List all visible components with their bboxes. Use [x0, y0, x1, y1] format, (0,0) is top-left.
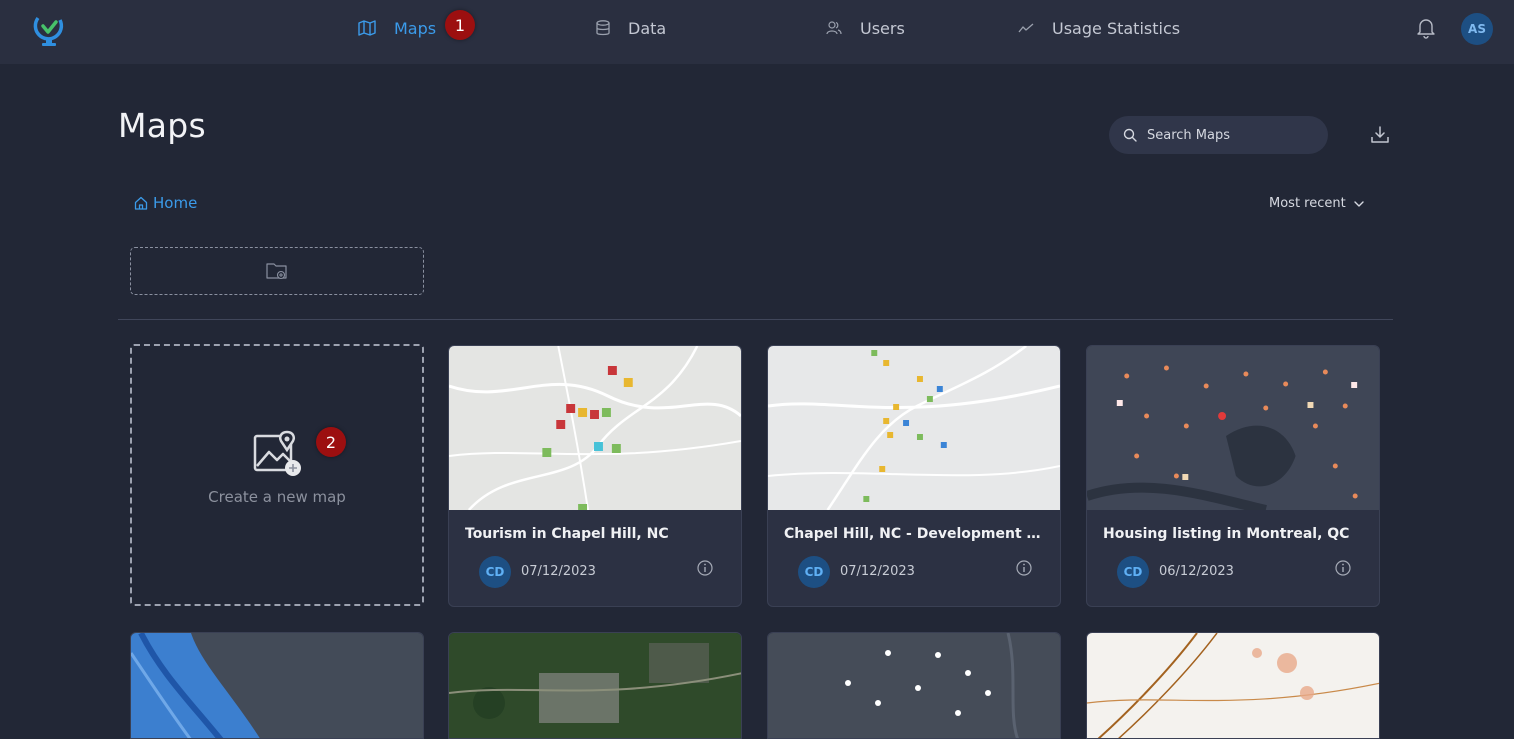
page-title: Maps — [118, 106, 207, 145]
annotation-badge-1: 1 — [445, 10, 475, 40]
nav-users-label: Users — [860, 18, 905, 38]
info-icon[interactable] — [696, 559, 714, 577]
map-card[interactable]: Tourism in Chapel Hill, NC CD 07/12/2023 — [448, 345, 742, 607]
map-card[interactable] — [448, 632, 742, 739]
map-card[interactable] — [1086, 632, 1380, 739]
info-icon[interactable] — [1015, 559, 1033, 577]
map-thumbnail — [1087, 346, 1379, 510]
map-card[interactable] — [767, 632, 1061, 739]
user-avatar[interactable]: AS — [1461, 13, 1493, 45]
sort-dropdown[interactable]: Most recent — [1269, 196, 1364, 211]
database-icon — [596, 20, 610, 36]
create-new-map-card[interactable]: Create a new map — [130, 344, 424, 606]
nav-maps-label: Maps — [394, 18, 437, 38]
map-thumbnail — [449, 346, 741, 510]
map-thumbnail — [131, 633, 423, 738]
search-icon — [1123, 128, 1137, 142]
map-icon — [358, 20, 376, 36]
map-card-title: Housing listing in Montreal, QC — [1103, 526, 1350, 542]
sort-label: Most recent — [1269, 196, 1346, 211]
map-card-title: Chapel Hill, NC - Development Activity — [784, 526, 1050, 542]
download-icon[interactable] — [1370, 125, 1390, 145]
map-thumbnail — [449, 633, 741, 738]
app-logo-icon[interactable] — [32, 12, 66, 48]
map-thumbnail — [1087, 633, 1379, 738]
map-card-date: 07/12/2023 — [521, 564, 596, 579]
owner-avatar: CD — [798, 556, 830, 588]
map-card-title: Tourism in Chapel Hill, NC — [465, 526, 669, 542]
bell-icon[interactable] — [1415, 17, 1437, 39]
create-folder-button[interactable] — [130, 247, 424, 295]
users-icon — [826, 21, 842, 35]
nav-data-label: Data — [628, 18, 667, 38]
nav-users[interactable]: Users — [826, 0, 905, 56]
owner-avatar: CD — [1117, 556, 1149, 588]
home-icon — [134, 196, 148, 210]
add-map-icon — [253, 430, 301, 476]
create-new-map-label: Create a new map — [208, 488, 346, 506]
map-card[interactable]: Chapel Hill, NC - Development Activity C… — [767, 345, 1061, 607]
breadcrumb-label: Home — [153, 194, 198, 212]
annotation-badge-2: 2 — [316, 427, 346, 457]
top-navbar: Maps 1 Data Users Usage Statistics AS — [0, 0, 1514, 64]
section-divider — [118, 319, 1393, 320]
info-icon[interactable] — [1334, 559, 1352, 577]
nav-data[interactable]: Data — [596, 0, 666, 56]
chevron-down-icon — [1354, 200, 1364, 207]
map-card[interactable]: Housing listing in Montreal, QC CD 06/12… — [1086, 345, 1380, 607]
add-folder-icon — [266, 263, 287, 280]
map-card[interactable] — [130, 632, 424, 739]
owner-avatar: CD — [479, 556, 511, 588]
nav-usage-statistics[interactable]: Usage Statistics — [1018, 0, 1180, 56]
search-input[interactable] — [1147, 127, 1317, 143]
search-box[interactable] — [1109, 116, 1328, 154]
breadcrumb-home[interactable]: Home — [134, 194, 197, 212]
map-card-date: 07/12/2023 — [840, 564, 915, 579]
map-card-date: 06/12/2023 — [1159, 564, 1234, 579]
map-thumbnail — [768, 346, 1060, 510]
nav-maps[interactable]: Maps — [358, 0, 436, 56]
trend-icon — [1018, 23, 1034, 33]
nav-usage-statistics-label: Usage Statistics — [1052, 18, 1181, 38]
map-thumbnail — [768, 633, 1060, 738]
